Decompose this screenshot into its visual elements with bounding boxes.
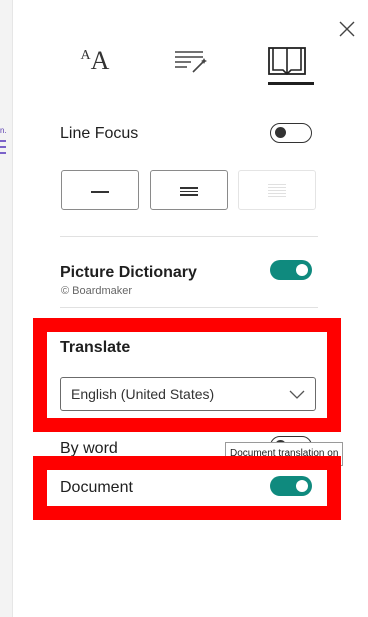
picture-dictionary-label: Picture Dictionary xyxy=(60,264,197,281)
by-word-label: By word xyxy=(60,440,118,457)
language-value: English (United States) xyxy=(71,386,215,402)
line-focus-one-line-button[interactable] xyxy=(61,170,139,210)
tooltip: Document translation on xyxy=(225,442,344,466)
tab-text-preferences[interactable]: AA xyxy=(70,38,120,84)
highlight-box-translate xyxy=(33,318,341,432)
divider xyxy=(60,307,318,308)
chevron-down-icon xyxy=(289,390,305,399)
picture-dictionary-credit: © Boardmaker xyxy=(61,285,133,297)
close-icon[interactable] xyxy=(336,18,358,40)
line-focus-five-lines-button xyxy=(238,170,316,210)
divider xyxy=(60,236,318,237)
document-translation-toggle[interactable] xyxy=(270,476,312,496)
three-lines-icon xyxy=(180,185,198,198)
line-focus-label: Line Focus xyxy=(60,125,139,142)
tab-grammar-options[interactable] xyxy=(166,38,216,84)
picture-dictionary-toggle[interactable] xyxy=(270,260,312,280)
book-icon xyxy=(268,47,306,76)
translate-label: Translate xyxy=(60,339,131,356)
line-focus-three-lines-button[interactable] xyxy=(150,170,228,210)
one-line-icon xyxy=(91,189,109,195)
line-focus-toggle[interactable] xyxy=(270,123,312,143)
grammar-wand-icon xyxy=(175,51,207,73)
font-size-icon: AA xyxy=(80,46,110,75)
five-lines-icon xyxy=(268,182,286,199)
document-label: Document xyxy=(60,479,133,496)
selected-tab-indicator xyxy=(268,82,314,85)
background-document-strip: n. xyxy=(0,0,13,617)
background-menu-icon xyxy=(0,140,6,154)
background-text: n. xyxy=(0,126,7,135)
tab-reading-preferences[interactable] xyxy=(262,38,312,84)
translate-language-select[interactable]: English (United States) xyxy=(60,377,316,411)
